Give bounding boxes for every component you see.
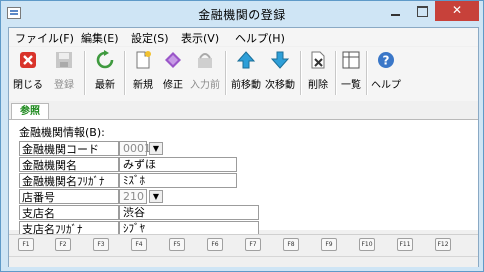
menu-file[interactable]: ファイル(F) (15, 30, 74, 46)
edit-button-label: 修正 (163, 80, 183, 91)
toolbar-separator (335, 51, 337, 95)
f7-key[interactable]: F7 (245, 238, 261, 251)
f3-key[interactable]: F3 (93, 238, 109, 251)
menu-settings[interactable]: 設定(S) (131, 30, 169, 46)
chevron-down-icon: ▼ (152, 144, 160, 153)
close-button[interactable]: 閉じる (11, 49, 45, 99)
bank-name-kana-field[interactable]: ﾐｽﾞﾎ (119, 173, 237, 188)
list-button-label: 一覧 (341, 80, 361, 91)
new-document-icon (133, 50, 153, 70)
toolbar-separator (366, 51, 368, 95)
register-button-label: 登録 (54, 80, 74, 91)
toolbar-separator (225, 51, 227, 95)
refresh-button-label: 最新 (95, 80, 115, 91)
save-icon (54, 50, 74, 70)
bank-code-label: 金融機関コード (19, 141, 119, 156)
branch-number-dropdown-button[interactable]: ▼ (149, 190, 163, 203)
menu-view[interactable]: 表示(V) (181, 30, 219, 46)
register-button[interactable]: 登録 (47, 49, 81, 99)
f12-key[interactable]: F12 (435, 238, 451, 251)
branch-number-field[interactable]: 210 (119, 189, 147, 204)
new-button[interactable]: 新規 (128, 49, 158, 99)
branch-number-label: 店番号 (19, 189, 119, 204)
f4-key[interactable]: F4 (131, 238, 147, 251)
bank-code-field[interactable]: 0001 (119, 141, 151, 156)
branch-name-label: 支店名 (19, 205, 119, 220)
tab-strip: 参照 (9, 103, 478, 120)
minimize-button[interactable] (381, 1, 409, 21)
move-next-label: 次移動 (265, 80, 295, 91)
f11-key[interactable]: F11 (397, 238, 413, 251)
chevron-down-icon: ▼ (152, 192, 160, 201)
arrow-up-icon (236, 50, 256, 70)
f9-key[interactable]: F9 (321, 238, 337, 251)
f1-key[interactable]: F1 (18, 238, 34, 251)
bank-name-kana-label: 金融機関名ﾌﾘｶﾞﾅ (19, 173, 119, 188)
delete-icon (308, 50, 328, 70)
revert-button-label: 入力前 (190, 80, 220, 91)
minimize-icon (390, 13, 400, 16)
refresh-icon (95, 50, 115, 70)
list-icon (341, 50, 361, 70)
title-bar[interactable]: 金融機関の登録 ✕ (1, 1, 483, 27)
bank-info-form: 金融機関情報(B): 金融機関コード 0001 ▼ 金融機関名 みずほ 金融機関… (9, 120, 478, 236)
svg-text:?: ? (383, 54, 390, 68)
menu-bar: ファイル(F) 編集(E) 設定(S) 表示(V) ヘルプ(H) (9, 28, 478, 46)
main-window: 金融機関の登録 ✕ ファイル(F) 編集(E) 設定(S) 表示(V) ヘルプ(… (0, 0, 484, 272)
close-button-label: 閉じる (13, 80, 43, 91)
revert-button[interactable]: 入力前 (188, 49, 222, 99)
branch-name-field[interactable]: 渋谷 (119, 205, 259, 220)
function-key-bar: F1 F2 F3 F4 F5 F6 F7 F8 F9 F10 F11 F12 (9, 234, 478, 255)
edit-icon (163, 50, 183, 70)
move-next-button[interactable]: 次移動 (263, 49, 297, 99)
toolbar: 閉じる 登録 最新 新規 修正 入力前 前移動 次移動 削除 一覧 ? ヘルプ (9, 47, 478, 101)
help-button[interactable]: ? ヘルプ (369, 49, 403, 99)
close-window-button[interactable]: ✕ (435, 1, 479, 21)
move-previous-button[interactable]: 前移動 (229, 49, 263, 99)
status-bar (9, 256, 478, 267)
f6-key[interactable]: F6 (207, 238, 223, 251)
f5-key[interactable]: F5 (169, 238, 185, 251)
tab-reference[interactable]: 参照 (11, 103, 49, 119)
bank-name-field[interactable]: みずほ (119, 157, 237, 172)
f8-key[interactable]: F8 (283, 238, 299, 251)
delete-button-label: 削除 (308, 80, 328, 91)
list-button[interactable]: 一覧 (338, 49, 364, 99)
bank-name-label: 金融機関名 (19, 157, 119, 172)
menu-help[interactable]: ヘルプ(H) (235, 30, 285, 46)
move-previous-label: 前移動 (231, 80, 261, 91)
help-icon: ? (376, 50, 396, 70)
toolbar-separator (300, 51, 302, 95)
arrow-down-icon (270, 50, 290, 70)
close-icon (18, 50, 38, 70)
edit-button[interactable]: 修正 (158, 49, 188, 99)
undo-icon (195, 50, 215, 70)
maximize-button[interactable] (409, 1, 435, 21)
new-button-label: 新規 (133, 80, 153, 91)
delete-button[interactable]: 削除 (303, 49, 333, 99)
toolbar-separator (84, 51, 86, 95)
menu-edit[interactable]: 編集(E) (81, 30, 119, 46)
f10-key[interactable]: F10 (359, 238, 375, 251)
f2-key[interactable]: F2 (55, 238, 71, 251)
bank-code-dropdown-button[interactable]: ▼ (149, 142, 163, 155)
section-label: 金融機関情報(B): (19, 126, 105, 139)
refresh-button[interactable]: 最新 (88, 49, 122, 99)
client-area: ファイル(F) 編集(E) 設定(S) 表示(V) ヘルプ(H) 閉じる 登録 (8, 27, 479, 267)
help-button-label: ヘルプ (371, 80, 401, 91)
toolbar-separator (124, 51, 126, 95)
maximize-icon (416, 6, 428, 17)
